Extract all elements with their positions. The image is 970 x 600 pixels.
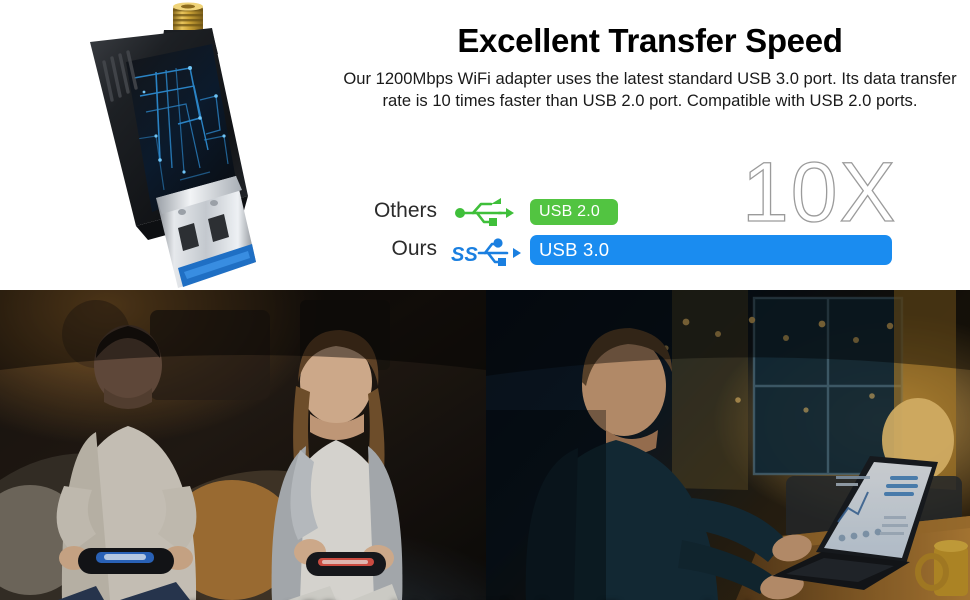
description-text: Our 1200Mbps WiFi adapter uses the lates… [343, 69, 957, 110]
usb2-bar-label: USB 2.0 [539, 203, 600, 220]
comparison-row-ours: Ours SS USB 3.0 [355, 234, 915, 272]
usb2-bar: USB 2.0 [530, 199, 618, 225]
page-title: Excellent Transfer Speed [457, 22, 843, 59]
superspeed-usb-trident-icon: SS [451, 236, 521, 266]
speed-comparison: Others USB 2.0 Ours SS USB 3.0 [355, 196, 915, 272]
bottom-banner: Support 5G and 2.4G Wireless Transmissio… [0, 290, 970, 600]
usb3-bar-label: USB 3.0 [539, 239, 610, 260]
comparison-row-others: Others USB 2.0 [355, 196, 915, 234]
product-marketing-image: Excellent Transfer Speed Our 1200Mbps Wi… [0, 0, 970, 600]
photo-laptop-user [486, 290, 970, 600]
svg-text:SS: SS [451, 244, 478, 266]
photo-gaming-couple [0, 290, 486, 600]
product-image [60, 0, 290, 290]
usb-trident-icon [451, 198, 515, 228]
top-section: Excellent Transfer Speed Our 1200Mbps Wi… [0, 0, 970, 290]
banner-title: Support 5G and 2.4G Wireless Transmissio… [0, 596, 970, 600]
antenna-connector [173, 2, 203, 32]
comparison-label-ours: Ours [391, 237, 437, 260]
comparison-label-others: Others [373, 199, 437, 222]
usb3-bar: USB 3.0 [530, 235, 892, 265]
